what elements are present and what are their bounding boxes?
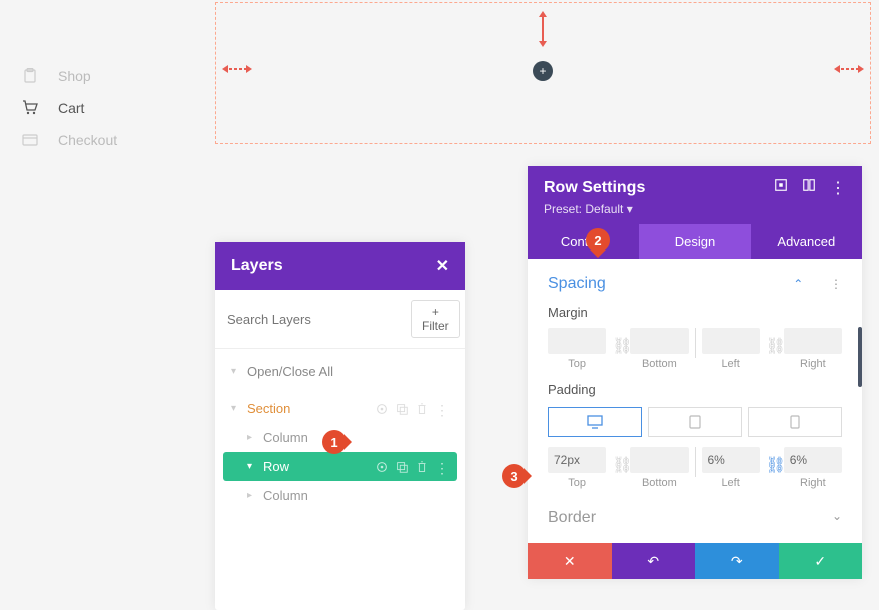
nav-label: Checkout	[58, 132, 117, 148]
canvas-dropzone[interactable]: +	[215, 2, 871, 144]
layer-actions: ⋮	[375, 460, 449, 474]
gear-icon[interactable]	[375, 460, 389, 474]
trash-icon[interactable]	[415, 402, 429, 416]
trash-icon[interactable]	[415, 460, 429, 474]
spacing-arrow-right	[834, 63, 864, 75]
settings-body: Spacing ⌃ ⋮ Margin Top ⛓ Bottom Left ⛓ R…	[528, 259, 862, 543]
padding-right-input[interactable]	[784, 447, 842, 473]
scrollbar[interactable]	[858, 327, 862, 387]
link-icon[interactable]: ⛓	[766, 336, 778, 348]
clipboard-icon	[22, 68, 38, 84]
layers-search-input[interactable]	[227, 300, 403, 338]
layers-title: Layers	[231, 257, 283, 275]
margin-label: Margin	[548, 305, 842, 320]
undo-button[interactable]: ↶	[612, 543, 696, 579]
save-button[interactable]: ✓	[779, 543, 863, 579]
tab-content[interactable]: Content	[528, 224, 639, 259]
padding-bottom-input[interactable]	[630, 447, 688, 473]
nav-label: Cart	[58, 100, 84, 116]
layers-search-row: + Filter	[215, 290, 465, 349]
kebab-icon[interactable]: ⋮	[435, 460, 449, 474]
duplicate-icon[interactable]	[395, 460, 409, 474]
spacing-section-title[interactable]: Spacing ⌃ ⋮	[548, 275, 842, 293]
settings-footer: ✕ ↶ ↷ ✓	[528, 543, 862, 579]
tab-advanced[interactable]: Advanced	[751, 224, 862, 259]
padding-label: Padding	[548, 382, 842, 397]
duplicate-icon[interactable]	[395, 402, 409, 416]
callout-2: 2	[586, 228, 610, 252]
chevron-down-icon: ▾	[247, 461, 257, 472]
cancel-button[interactable]: ✕	[528, 543, 612, 579]
layer-row-selected[interactable]: ▾ Row ⋮	[223, 452, 457, 481]
add-button[interactable]: +	[533, 61, 553, 81]
spacing-arrow-left	[222, 63, 252, 75]
layer-column[interactable]: ▸ Column	[223, 481, 457, 510]
layer-actions: ⋮	[375, 402, 449, 416]
margin-top-input[interactable]	[548, 328, 606, 354]
link-icon[interactable]: ⛓	[612, 336, 624, 348]
padding-inputs: Top ⛓ Bottom Left ⛓ Right	[548, 447, 842, 489]
tablet-tab[interactable]	[648, 407, 742, 437]
chevron-right-icon: ▸	[247, 432, 257, 443]
layers-panel: Layers ✕ + Filter ▾ Open/Close All ▾ Sec…	[215, 242, 465, 610]
settings-header: Row Settings ⋮ Preset: Default ▾	[528, 166, 862, 224]
chevron-down-icon: ▾	[231, 403, 241, 414]
row-settings-panel: Row Settings ⋮ Preset: Default ▾ Content…	[528, 166, 862, 579]
padding-top-input[interactable]	[548, 447, 606, 473]
chevron-down-icon: ▾	[231, 366, 241, 377]
divider	[695, 447, 696, 477]
layers-body: ▾ Open/Close All ▾ Section ⋮ ▸ Column ▾ …	[215, 349, 465, 610]
link-icon-active[interactable]: ⛓	[766, 455, 778, 467]
margin-left-input[interactable]	[702, 328, 760, 354]
open-close-all[interactable]: ▾ Open/Close All	[223, 357, 457, 386]
chevron-down-icon: ⌄	[832, 509, 842, 527]
settings-header-icons: ⋮	[774, 178, 846, 198]
margin-inputs: Top ⛓ Bottom Left ⛓ Right	[548, 328, 842, 370]
phone-tab[interactable]	[748, 407, 842, 437]
kebab-icon[interactable]: ⋮	[435, 402, 449, 416]
callout-3: 3	[502, 464, 526, 488]
expand-icon[interactable]	[774, 178, 788, 198]
spacing-arrow-vertical	[537, 11, 549, 47]
nav-item-checkout[interactable]: Checkout	[22, 124, 117, 156]
tab-design[interactable]: Design	[639, 224, 750, 259]
divider	[695, 328, 696, 358]
filter-button[interactable]: + Filter	[411, 300, 460, 338]
gear-icon[interactable]	[375, 402, 389, 416]
kebab-icon[interactable]: ⋮	[830, 277, 842, 291]
chevron-right-icon: ▸	[247, 490, 257, 501]
link-icon[interactable]: ⛓	[612, 455, 624, 467]
settings-tabs: Content Design Advanced	[528, 224, 862, 259]
settings-title: Row Settings	[544, 179, 645, 197]
border-section-title[interactable]: Border ⌄	[548, 509, 842, 527]
padding-left-input[interactable]	[702, 447, 760, 473]
redo-button[interactable]: ↷	[695, 543, 779, 579]
desktop-tab[interactable]	[548, 407, 642, 437]
settings-preset[interactable]: Preset: Default ▾	[544, 198, 846, 220]
credit-card-icon	[22, 132, 38, 148]
close-icon[interactable]: ✕	[436, 256, 449, 276]
nav-label: Shop	[58, 68, 91, 84]
callout-1: 1	[322, 430, 346, 454]
responsive-tabs	[548, 407, 842, 437]
layer-section[interactable]: ▾ Section ⋮	[223, 394, 457, 423]
cart-icon	[22, 100, 38, 116]
kebab-icon[interactable]: ⋮	[830, 178, 846, 198]
nav-item-shop[interactable]: Shop	[22, 60, 117, 92]
nav-item-cart[interactable]: Cart	[22, 92, 117, 124]
chevron-up-icon[interactable]: ⌃	[793, 277, 803, 291]
margin-right-input[interactable]	[784, 328, 842, 354]
columns-icon[interactable]	[802, 178, 816, 198]
page-nav: Shop Cart Checkout	[22, 60, 117, 156]
layers-header: Layers ✕	[215, 242, 465, 290]
margin-bottom-input[interactable]	[630, 328, 688, 354]
